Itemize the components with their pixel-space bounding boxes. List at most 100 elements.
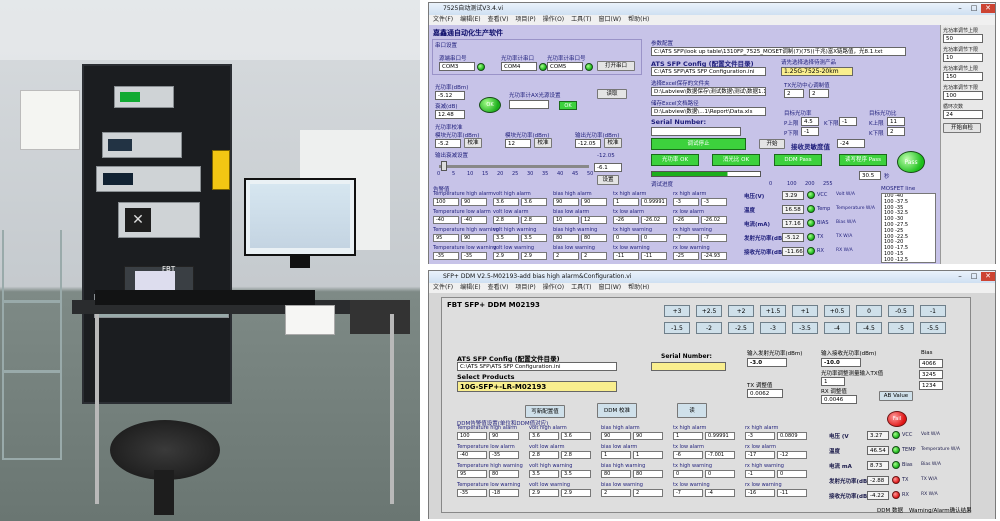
table-cell[interactable]: 3.6 (529, 432, 559, 440)
table-cell[interactable]: 2 (601, 489, 631, 497)
ok-indicator[interactable]: OK (479, 97, 501, 113)
slider-value[interactable]: -6.1 (594, 163, 622, 172)
table-cell[interactable]: 2.8 (529, 451, 559, 459)
ok-button[interactable]: OK (559, 101, 577, 110)
set-button[interactable]: 设置 (597, 175, 619, 185)
table-cell[interactable]: 90 (461, 234, 487, 242)
table-cell[interactable]: -7.001 (705, 451, 735, 459)
table-cell[interactable]: 90 (581, 198, 607, 206)
side-value[interactable]: 100 (943, 91, 983, 100)
table-cell[interactable]: -17 (745, 451, 775, 459)
table-cell[interactable]: 90 (633, 432, 663, 440)
offset-button[interactable]: -3 (760, 322, 786, 334)
offset-button[interactable]: +1.5 (760, 305, 786, 317)
rx-sens-value[interactable]: -24 (837, 139, 865, 148)
table-cell[interactable]: 100 (433, 198, 459, 206)
table-cell[interactable]: 1 (601, 451, 631, 459)
table-cell[interactable]: -3 (701, 198, 727, 206)
table-cell[interactable]: 95 (433, 234, 459, 242)
menu-item[interactable]: 文件(F) (433, 16, 453, 23)
table-cell[interactable]: 0 (613, 234, 639, 242)
table-cell[interactable]: -26 (613, 216, 639, 224)
table-cell[interactable]: -1 (745, 470, 775, 478)
minimize-icon[interactable]: – (953, 4, 967, 13)
menu-item[interactable]: 编辑(E) (460, 284, 480, 291)
status-er-ok[interactable]: 消光比 OK (712, 154, 760, 166)
table-cell[interactable]: 90 (489, 432, 519, 440)
table-cell[interactable]: -26.02 (641, 216, 667, 224)
offset-button[interactable]: +2 (728, 305, 754, 317)
calib-button[interactable]: 校准 (604, 138, 622, 148)
target-value[interactable]: -1 (839, 117, 857, 126)
minimize-icon[interactable]: – (953, 272, 967, 281)
slider-track[interactable] (439, 165, 589, 168)
table-cell[interactable]: 1 (673, 432, 703, 440)
menu-item[interactable]: 帮助(H) (628, 284, 649, 291)
close-icon[interactable]: ✕ (981, 272, 995, 281)
ab-value-button[interactable]: AB Value (879, 391, 913, 401)
table-cell[interactable]: 2 (633, 489, 663, 497)
side-value[interactable]: 24 (943, 110, 983, 119)
menu-item[interactable]: 操作(O) (543, 16, 564, 23)
port-select[interactable]: COM4 (501, 62, 537, 71)
table-cell[interactable]: 0.99991 (641, 198, 667, 206)
table-cell[interactable]: -40 (433, 216, 459, 224)
status-power-ok[interactable]: 光功率 OK (651, 154, 699, 166)
calib-button[interactable]: 校准 (534, 138, 552, 148)
table-cell[interactable]: -3 (745, 432, 775, 440)
table-cell[interactable]: 2 (581, 252, 607, 260)
config-path[interactable]: C:\ATS SFP\ATS SFP Configuration.ini (457, 362, 617, 371)
table-cell[interactable]: 3.5 (521, 234, 547, 242)
table-cell[interactable]: 2.9 (521, 252, 547, 260)
calib-field[interactable]: -12.05 (575, 139, 601, 148)
table-cell[interactable]: 80 (553, 234, 579, 242)
offset-button[interactable]: +1 (792, 305, 818, 317)
target-value[interactable]: 4.5 (801, 117, 819, 126)
status-rw-pass[interactable]: 读写程序 Pass (839, 154, 887, 166)
close-icon[interactable]: ✕ (981, 4, 995, 13)
table-cell[interactable]: 100 (457, 432, 487, 440)
table-cell[interactable]: -7 (673, 489, 703, 497)
calib-field[interactable]: 12 (505, 139, 531, 148)
config-path[interactable]: C:\ATS SFP\ATS SFP Configuration.ini (651, 67, 766, 76)
offset-button[interactable]: +0.5 (824, 305, 850, 317)
table-cell[interactable]: 3.5 (493, 234, 519, 242)
table-cell[interactable]: -26.02 (701, 216, 727, 224)
offset-button[interactable]: -1.5 (664, 322, 690, 334)
table-cell[interactable]: 3.6 (561, 432, 591, 440)
table-cell[interactable]: -11 (777, 489, 807, 497)
write-config-button[interactable]: 写新配置值 (525, 405, 565, 418)
table-cell[interactable]: -24.93 (701, 252, 727, 260)
table-cell[interactable]: -11 (613, 252, 639, 260)
menu-item[interactable]: 项目(P) (515, 16, 535, 23)
menu-item[interactable]: 窗口(W) (599, 284, 622, 291)
side-value[interactable]: 50 (943, 34, 983, 43)
read-button[interactable]: 读取 (597, 89, 627, 99)
menu-item[interactable]: 帮助(H) (628, 16, 649, 23)
serial-input[interactable] (651, 362, 726, 371)
table-cell[interactable]: 3.6 (521, 198, 547, 206)
offset-button[interactable]: -2 (696, 322, 722, 334)
table-cell[interactable]: 3.6 (493, 198, 519, 206)
table-cell[interactable]: 90 (601, 432, 631, 440)
product-select[interactable]: 10G-SFP+-LR-M02193 (457, 381, 617, 392)
calib-field[interactable]: -5.2 (435, 139, 461, 148)
table-cell[interactable]: 0 (705, 470, 735, 478)
table-cell[interactable]: 3.5 (529, 470, 559, 478)
tx-value[interactable]: 2 (784, 89, 804, 98)
table-cell[interactable]: -25 (673, 252, 699, 260)
open-port-button[interactable]: 打开串口 (597, 61, 635, 71)
table-cell[interactable]: 90 (461, 198, 487, 206)
table-cell[interactable]: 90 (553, 198, 579, 206)
table-cell[interactable]: 3.5 (561, 470, 591, 478)
menu-item[interactable]: 查看(V) (488, 284, 509, 291)
table-cell[interactable]: 80 (489, 470, 519, 478)
table-cell[interactable]: 12 (581, 216, 607, 224)
table-cell[interactable]: 2.8 (521, 216, 547, 224)
table-cell[interactable]: 0 (673, 470, 703, 478)
mosfet-list[interactable]: 100 -40 100 -37.5 100 -35 100 -32.5 100 -30 1… (881, 193, 936, 263)
table-cell[interactable]: -3 (673, 198, 699, 206)
calib-button[interactable]: 校准 (464, 138, 482, 148)
menu-item[interactable]: 编辑(E) (460, 16, 480, 23)
start-button[interactable]: 开始 (759, 139, 785, 149)
